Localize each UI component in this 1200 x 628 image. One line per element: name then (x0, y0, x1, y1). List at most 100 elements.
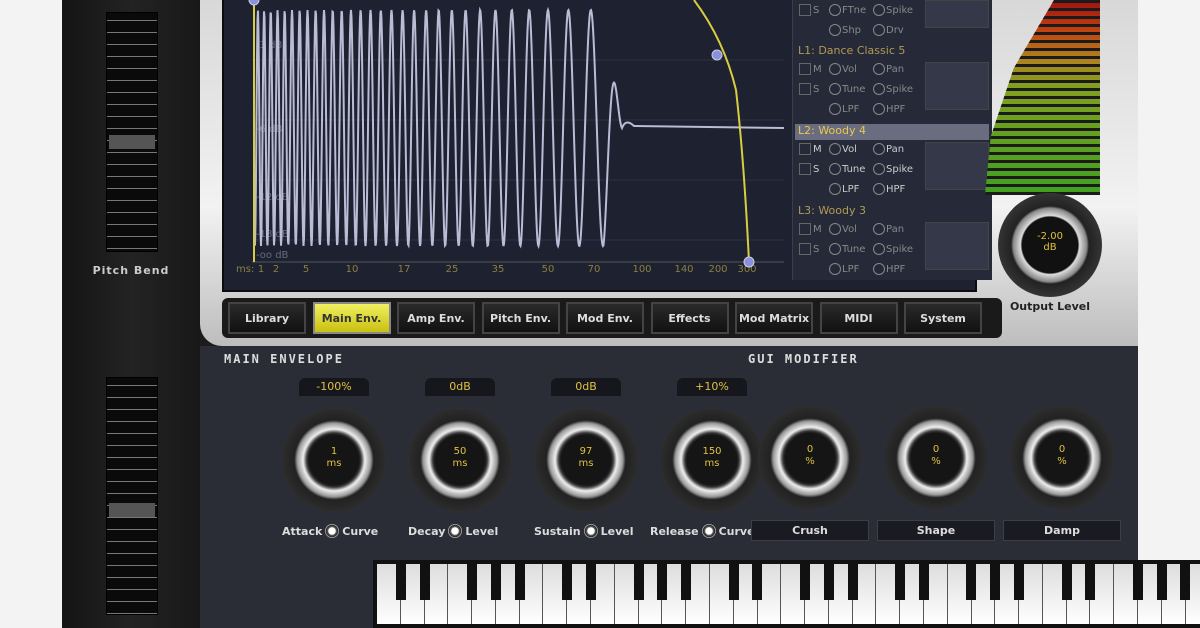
layer-knob[interactable]: Pan (873, 143, 904, 155)
curve-mini-knob[interactable] (701, 524, 716, 538)
envelope-node-handle[interactable] (711, 49, 723, 61)
layer-knob[interactable]: Vol (829, 63, 857, 75)
tab-midi[interactable]: MIDI (819, 302, 898, 334)
control-label: Vol (842, 64, 857, 75)
knob-value-unit: ms (704, 458, 720, 469)
layer-knob[interactable]: LPF (829, 263, 859, 275)
layer-knob[interactable]: Drv (873, 24, 904, 36)
envelope-node-handle[interactable] (248, 0, 260, 6)
release-knob[interactable]: 150 ms (660, 408, 764, 512)
black-key[interactable] (847, 564, 858, 600)
tab-amp-env[interactable]: Amp Env. (397, 302, 475, 334)
tab-system[interactable]: System (904, 302, 982, 334)
layer-toggle[interactable]: M (799, 63, 822, 75)
black-key[interactable] (752, 564, 763, 600)
black-key[interactable] (728, 564, 739, 600)
envelope-graph[interactable]: -3 dB-6 dB-12 dB-18 dB-oo dBms: 1 2 5 10 17 25… (224, 0, 784, 290)
knob-label: Shape (877, 520, 995, 541)
control-label: Vol (842, 224, 857, 235)
layer-knob[interactable]: LPF (829, 183, 859, 195)
layer-knob[interactable]: Pan (873, 63, 904, 75)
tab-mod-env[interactable]: Mod Env. (566, 302, 644, 334)
black-key[interactable] (1061, 564, 1072, 600)
layer-knob[interactable]: HPF (873, 183, 905, 195)
output-unit: dB (1043, 242, 1057, 253)
level-mini-knob[interactable] (583, 524, 598, 538)
layer-toggle[interactable]: M (799, 223, 822, 235)
layer-knob[interactable]: Tune (829, 163, 865, 175)
synth-plugin-window: Pitch Bend -3 dB -6 dB -12 dB -18 dB -oo dB m… (62, 0, 1200, 628)
layer-toggle[interactable]: S (799, 243, 819, 255)
black-key[interactable] (895, 564, 906, 600)
mod-wheel[interactable] (106, 377, 158, 615)
damp-knob[interactable]: 0% (1010, 406, 1114, 510)
pitch-bend-wheel[interactable] (106, 12, 158, 252)
sustain-knob[interactable]: 97 ms (534, 408, 638, 512)
layer-knob[interactable]: Vol (829, 223, 857, 235)
black-key[interactable] (681, 564, 692, 600)
layer-title[interactable]: L2: Woody 4 (795, 124, 989, 140)
knob-icon (873, 223, 885, 235)
curve-mini-knob[interactable] (325, 524, 340, 538)
layer-knob[interactable]: FTne (829, 4, 866, 16)
black-key[interactable] (562, 564, 573, 600)
black-key[interactable] (1085, 564, 1096, 600)
knob-label: Crush (751, 520, 869, 541)
black-key[interactable] (586, 564, 596, 600)
layer-toggle[interactable]: S (799, 163, 819, 175)
tab-effects[interactable]: Effects (650, 302, 729, 334)
black-key[interactable] (419, 564, 430, 600)
black-key[interactable] (633, 564, 644, 600)
attack-knob[interactable]: 1 ms (282, 408, 386, 512)
crush-knob[interactable]: 0% (758, 406, 862, 510)
release-label-row: Release Curve (650, 524, 755, 538)
black-key[interactable] (1132, 564, 1143, 600)
black-key[interactable] (1180, 564, 1191, 600)
tab-mod-matrix[interactable]: Mod Matrix (735, 302, 813, 334)
layer-title[interactable]: L3: Woody 3 (795, 204, 989, 220)
black-key[interactable] (800, 564, 810, 600)
layer-waveform-thumbnail (925, 142, 989, 190)
layer-knob[interactable]: LPF (829, 103, 859, 115)
black-key[interactable] (990, 564, 1001, 600)
black-key[interactable] (1014, 564, 1024, 600)
black-key[interactable] (514, 564, 525, 600)
black-key[interactable] (657, 564, 668, 600)
control-label: Spike (886, 84, 914, 95)
output-level-knob[interactable]: -2.00 dB (998, 193, 1102, 297)
layer-knob[interactable]: Spike (873, 83, 913, 95)
layer-knob[interactable]: Vol (829, 143, 857, 155)
piano-keyboard[interactable] (373, 560, 1200, 628)
black-key[interactable] (467, 564, 478, 600)
layer-knob[interactable]: Spike (873, 163, 913, 175)
decay-knob[interactable]: 50 ms (408, 408, 512, 512)
tab-pitch-env[interactable]: Pitch Env. (481, 302, 560, 334)
layer-toggle[interactable]: S (799, 83, 819, 95)
black-key[interactable] (490, 564, 501, 600)
knob-value-number: 1 (330, 446, 338, 457)
layer-knob[interactable]: Spike (873, 243, 913, 255)
level-mini-knob[interactable] (448, 524, 463, 538)
layer-knob[interactable]: Spike (873, 4, 913, 16)
black-key[interactable] (966, 564, 977, 600)
layer-knob[interactable]: HPF (873, 263, 905, 275)
shape-knob[interactable]: 0% (884, 406, 988, 510)
layer-knob[interactable]: Pan (873, 223, 904, 235)
layer-toggle[interactable]: S (799, 4, 819, 16)
tab-library[interactable]: Library (228, 302, 306, 334)
control-label: Tune (842, 244, 866, 255)
black-key[interactable] (918, 564, 929, 600)
layer-title[interactable]: L1: Dance Classic 5 (795, 44, 989, 60)
checkbox-icon (799, 243, 811, 255)
tab-main-env[interactable]: Main Env. (312, 302, 391, 334)
black-key[interactable] (1156, 564, 1167, 600)
layer-knob[interactable]: Tune (829, 83, 865, 95)
black-key[interactable] (395, 564, 406, 600)
tab-bar: Library Main Env. Amp Env. Pitch Env. Mod En… (222, 298, 1002, 338)
black-key[interactable] (823, 564, 834, 600)
layer-knob[interactable]: HPF (873, 103, 905, 115)
layer-knob[interactable]: Shp (829, 24, 861, 36)
layer-toggle[interactable]: M (799, 143, 822, 155)
layer-knob[interactable]: Tune (829, 243, 865, 255)
envelope-node-handle[interactable] (743, 256, 755, 268)
